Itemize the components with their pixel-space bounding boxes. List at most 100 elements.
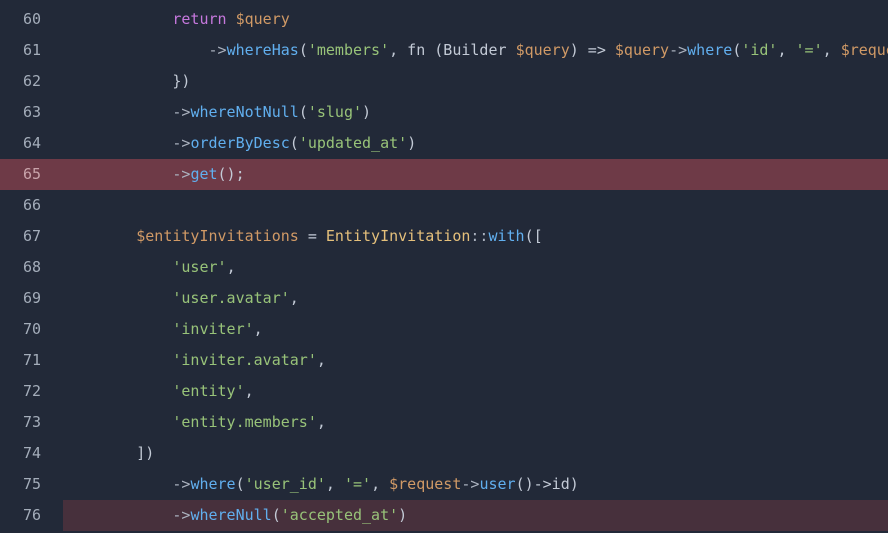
code-token: ) => <box>569 41 615 59</box>
code-token: 'inviter.avatar' <box>172 351 317 369</box>
code-token: whereNotNull <box>190 103 299 121</box>
code-token: ]) <box>64 444 155 462</box>
code-token: whereHas <box>226 41 299 59</box>
line-number: 73 <box>22 413 41 431</box>
code-token: , <box>822 41 841 59</box>
code-token: :: <box>470 227 489 245</box>
code-token: ) <box>398 506 408 524</box>
code-token: ( <box>732 41 742 59</box>
code-line[interactable]: 67 $entityInvitations = EntityInvitation… <box>0 221 888 252</box>
code-token: $query <box>614 41 670 59</box>
code-token: }) <box>64 72 191 90</box>
code-token: user <box>479 475 516 493</box>
code-token: , <box>316 413 326 431</box>
code-token: ( <box>298 103 308 121</box>
code-token: ()->id) <box>515 475 579 493</box>
line-code: ->get(); <box>64 159 245 190</box>
code-token: , <box>777 41 796 59</box>
code-token: orderByDesc <box>190 134 290 152</box>
line-number: 60 <box>22 10 41 28</box>
code-token: $request <box>389 475 462 493</box>
code-token: ) <box>407 134 417 152</box>
line-number: 68 <box>22 258 41 276</box>
line-code: 'inviter', <box>64 314 262 345</box>
code-token: '=' <box>795 41 823 59</box>
line-number: 63 <box>22 103 41 121</box>
code-line[interactable]: 68 'user', <box>0 252 888 283</box>
code-token: $reque <box>840 41 888 59</box>
line-code: 'inviter.avatar', <box>64 345 326 376</box>
code-token: -> <box>64 165 191 183</box>
code-line[interactable]: 74 ]) <box>0 438 888 469</box>
code-line[interactable]: 64 ->orderByDesc('updated_at') <box>0 128 888 159</box>
line-code: 'entity', <box>64 376 254 407</box>
code-line[interactable]: 76 ->whereNull('accepted_at') <box>0 500 888 531</box>
code-token: 'user' <box>172 258 227 276</box>
code-line[interactable]: 72 'entity', <box>0 376 888 407</box>
line-number: 76 <box>22 506 41 524</box>
line-number: 61 <box>22 41 41 59</box>
code-token: , <box>371 475 390 493</box>
code-line[interactable]: 65 ->get(); <box>0 159 888 190</box>
code-token: return <box>172 10 227 28</box>
code-token: ( <box>235 475 245 493</box>
code-token: = <box>298 227 326 245</box>
code-token: -> <box>64 475 191 493</box>
code-token: '=' <box>343 475 372 493</box>
code-line[interactable]: 69 'user.avatar', <box>0 283 888 314</box>
code-token: -> <box>64 134 191 152</box>
line-number: 65 <box>22 165 41 183</box>
line-code: ->where('user_id', '=', $request->user()… <box>64 469 579 500</box>
code-token: 'user_id' <box>244 475 326 493</box>
code-token: where <box>687 41 733 59</box>
code-token: , <box>316 351 326 369</box>
line-number: 72 <box>22 382 41 400</box>
line-number: 74 <box>22 444 41 462</box>
code-token: whereNull <box>190 506 272 524</box>
code-line[interactable]: 60 return $query <box>0 4 888 35</box>
code-line[interactable]: 62 }) <box>0 66 888 97</box>
line-code: }) <box>64 66 190 97</box>
line-number: 66 <box>22 196 41 214</box>
code-token: , <box>244 382 254 400</box>
code-line[interactable]: 71 'inviter.avatar', <box>0 345 888 376</box>
code-token: 'members' <box>307 41 390 59</box>
code-line[interactable]: 66 <box>0 190 888 221</box>
code-token: , <box>226 258 236 276</box>
line-code: 'user.avatar', <box>64 283 298 314</box>
line-number: 75 <box>22 475 41 493</box>
line-code: 'entity.members', <box>64 407 326 438</box>
code-token: ( <box>271 506 281 524</box>
code-token: $query <box>235 10 290 28</box>
code-token: $query <box>515 41 570 59</box>
code-line[interactable]: 75 ->where('user_id', '=', $request->use… <box>0 469 888 500</box>
line-code: 'user', <box>64 252 236 283</box>
code-token: -> <box>64 506 191 524</box>
code-line[interactable]: 61 ->whereHas('members', fn (Builder $qu… <box>0 35 888 66</box>
code-token: 'slug' <box>307 103 363 121</box>
code-line[interactable]: 70 'inviter', <box>0 314 888 345</box>
line-number: 64 <box>22 134 41 152</box>
code-editor[interactable]: 60 return $query 61 -> whereHas ( 'members',… <box>0 0 888 533</box>
code-line[interactable]: 63 ->whereNotNull('slug') <box>0 97 888 128</box>
line-code: return $query <box>64 4 290 35</box>
line-number: 69 <box>22 289 41 307</box>
line-number: 71 <box>22 351 41 369</box>
code-token: $entityInvitations <box>136 227 299 245</box>
code-line[interactable]: 73 'entity.members', <box>0 407 888 438</box>
code-token: ([ <box>524 227 543 245</box>
line-number: 67 <box>22 227 41 245</box>
line-code: ->whereNotNull('slug') <box>64 97 371 128</box>
line-code: $entityInvitations = EntityInvitation::w… <box>64 221 543 252</box>
code-token: 'inviter' <box>172 320 254 338</box>
code-token: (); <box>217 165 245 183</box>
